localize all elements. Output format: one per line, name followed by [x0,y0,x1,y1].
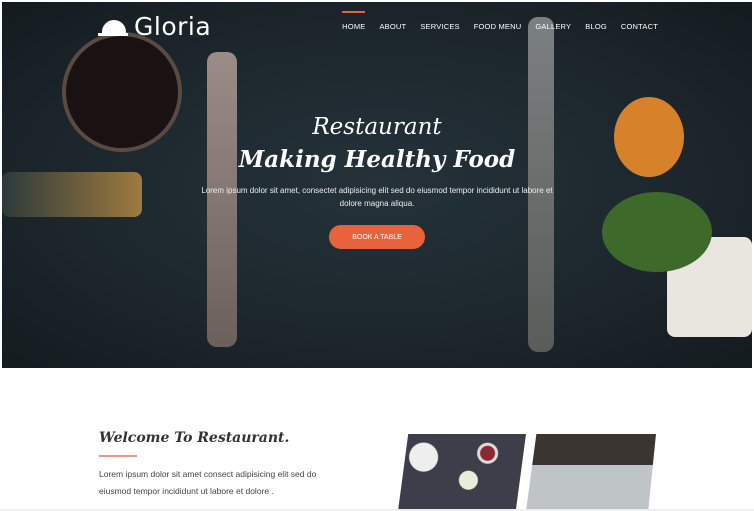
cloche-icon [98,18,128,36]
welcome-title: Welcome To Restaurant. [99,430,290,446]
welcome-text: Lorem ipsum dolor sit amet consect adipi… [99,469,317,496]
main-nav: HOME ABOUT SERVICES FOOD MENU GALLERY BL… [342,11,658,31]
bottle-image [2,172,142,217]
food-bowls-image [398,434,526,511]
hero-subtitle: Restaurant [312,114,442,140]
herbs-image [602,192,712,272]
nav-about[interactable]: ABOUT [379,22,406,31]
nav-gallery[interactable]: GALLERY [535,22,571,31]
hero-text: Lorem ipsum dolor sit amet, consectet ad… [201,186,553,208]
brand-name: Gloria [134,12,212,41]
nav-food-menu[interactable]: FOOD MENU [474,22,522,31]
restaurant-interior-image [526,434,656,511]
welcome-divider [99,455,137,457]
book-table-button[interactable]: BOOK A TABLE [329,225,425,249]
brand-logo[interactable]: Gloria [98,12,211,41]
hero-title: Making Healthy Food [238,146,516,173]
nav-home[interactable]: HOME [342,11,366,31]
nav-blog[interactable]: BLOG [585,22,607,31]
nav-services[interactable]: SERVICES [420,22,459,31]
nav-contact[interactable]: CONTACT [621,22,658,31]
